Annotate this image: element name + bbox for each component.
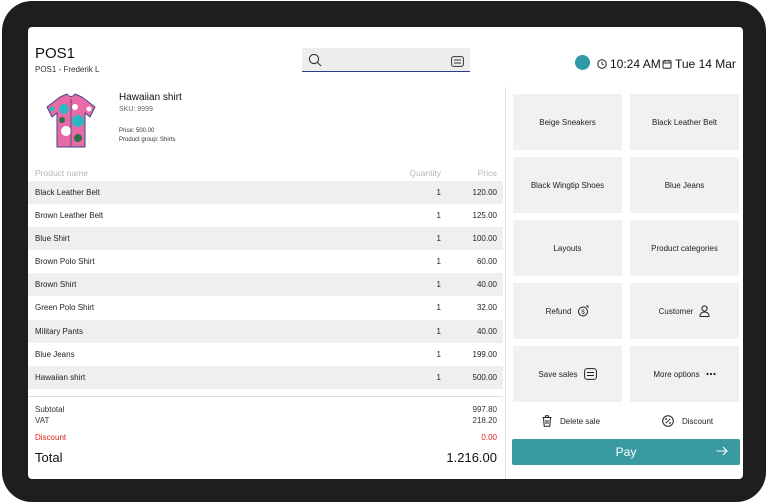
- date-text: Tue 14 Mar: [675, 57, 736, 71]
- tile-black-wingtip-shoes[interactable]: Black Wingtip Shoes: [513, 157, 622, 213]
- more-dots-icon: [706, 372, 716, 376]
- user-icon: [699, 305, 710, 317]
- clock: 10:24 AM: [597, 57, 661, 71]
- table-row[interactable]: Blue Jeans 1 199.00: [28, 343, 503, 366]
- table-row[interactable]: Military Pants 1 40.00: [28, 319, 503, 343]
- calendar-icon: [662, 59, 672, 69]
- col-quantity: Quantity: [409, 168, 441, 178]
- table-row[interactable]: Black Leather Belt 1 120.00: [28, 181, 503, 205]
- product-sku: SKU: 9999: [119, 106, 153, 113]
- clock-icon: [597, 59, 607, 69]
- discount-button[interactable]: Discount: [662, 414, 713, 428]
- table-row[interactable]: Green Polo Shirt 1 32.00: [28, 296, 503, 319]
- register-title: POS1: [35, 45, 76, 62]
- pay-button[interactable]: Pay: [512, 439, 740, 465]
- status-indicator: [575, 55, 590, 70]
- percent-icon: [662, 415, 674, 427]
- panel-divider: [505, 87, 506, 479]
- delete-sale-button[interactable]: Delete sale: [542, 414, 600, 428]
- tile-layouts[interactable]: Layouts: [513, 220, 622, 276]
- table-header: Product name Quantity Price: [28, 166, 503, 180]
- cart-table: Black Leather Belt 1 120.00 Brown Leather …: [28, 181, 503, 389]
- svg-text:$: $: [582, 310, 586, 316]
- subtotal-value: 997.80: [472, 405, 497, 414]
- subtotal-label: Subtotal: [35, 405, 65, 414]
- product-group: Product group: Shirts: [119, 137, 176, 143]
- table-row[interactable]: Brown Shirt 1 40.00: [28, 273, 503, 297]
- total-label: Total: [35, 450, 63, 465]
- refund-icon: $: [578, 305, 589, 317]
- tile-product-categories[interactable]: Product categories: [630, 220, 739, 276]
- table-row[interactable]: Brown Polo Shirt 1 60.00: [28, 250, 503, 273]
- totals-divider: [28, 396, 503, 397]
- tile-blue-jeans[interactable]: Blue Jeans: [630, 157, 739, 213]
- customer-button[interactable]: Customer: [630, 283, 739, 339]
- trash-icon: [542, 415, 552, 427]
- more-options-button[interactable]: More options: [630, 346, 739, 402]
- keyboard-icon[interactable]: [451, 54, 464, 72]
- register-subtitle: POS1 - Frederik L: [35, 65, 100, 74]
- arrow-right-icon: [716, 446, 728, 456]
- discount-label: Discount: [35, 433, 67, 442]
- table-row[interactable]: Brown Leather Belt 1 125.00: [28, 204, 503, 227]
- refund-button[interactable]: Refund $: [513, 283, 622, 339]
- tablet-frame: POS1 POS1 - Frederik L 10:24 AM Tue 14 M…: [2, 1, 766, 502]
- tile-black-leather-belt[interactable]: Black Leather Belt: [630, 94, 739, 150]
- product-price: Price: 500.00: [119, 128, 155, 134]
- save-sales-button[interactable]: Save sales: [513, 346, 622, 402]
- search-input[interactable]: [302, 48, 470, 72]
- table-row[interactable]: Hawaiian shirt 1 500.00: [28, 365, 503, 389]
- discount-value: 0.00: [481, 433, 497, 442]
- pos-screen: POS1 POS1 - Frederik L 10:24 AM Tue 14 M…: [28, 27, 743, 479]
- search-icon[interactable]: [308, 53, 322, 72]
- col-price: Price: [477, 168, 497, 178]
- vat-label: VAT: [35, 416, 50, 425]
- save-sales-icon: [583, 368, 597, 380]
- table-row[interactable]: Blue Shirt 1 100.00: [28, 227, 503, 251]
- product-image: [40, 91, 102, 151]
- col-product-name: Product name: [35, 168, 88, 178]
- tile-beige-sneakers[interactable]: Beige Sneakers: [513, 94, 622, 150]
- product-name: Hawaiian shirt: [119, 92, 182, 103]
- time-text: 10:24 AM: [610, 57, 661, 71]
- total-value: 1.216.00: [446, 450, 497, 465]
- date: Tue 14 Mar: [662, 57, 736, 71]
- vat-value: 218.20: [472, 416, 497, 425]
